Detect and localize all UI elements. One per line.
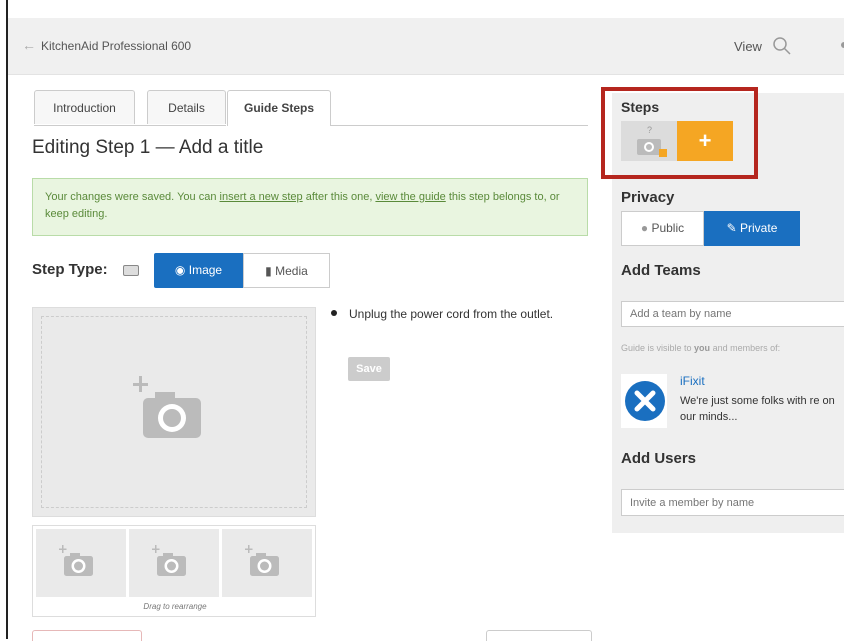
guide-title: KitchenAid Professional 600 — [41, 39, 192, 53]
step-type-label: Step Type: — [32, 261, 108, 278]
add-users-label: Add Users — [621, 450, 697, 467]
private-label: Private — [740, 221, 778, 235]
team-name-link[interactable]: iFixit — [680, 374, 705, 388]
tab-divider-left — [34, 125, 226, 126]
media-type-button[interactable]: ▮ Media — [243, 253, 330, 288]
tab-introduction[interactable]: Introduction — [34, 90, 135, 124]
step-bullet-text[interactable]: Unplug the power cord from the outlet. — [349, 307, 553, 321]
drag-hint: Drag to rearrange — [143, 602, 207, 611]
highlight-box — [601, 87, 758, 179]
main-image-dropzone[interactable] — [32, 307, 316, 517]
tab-details[interactable]: Details — [147, 90, 226, 124]
ifixit-logo — [621, 374, 667, 428]
thumbnail-slot[interactable] — [36, 529, 126, 597]
bullet-icon — [331, 310, 337, 316]
user-invite-input[interactable] — [621, 489, 844, 516]
team-description: We're just some folks with re on our min… — [680, 395, 835, 423]
edit-icon: ✎ — [726, 221, 737, 235]
tab-divider-right — [330, 125, 588, 126]
ifixit-logo-mark — [625, 381, 665, 421]
save-button[interactable]: Save — [348, 357, 390, 381]
image-type-label: Image — [188, 263, 223, 277]
image-type-button[interactable]: ◉ Image — [154, 253, 243, 288]
private-button[interactable]: ✎ Private — [704, 211, 800, 246]
arrow-left-icon[interactable]: ← — [22, 37, 36, 53]
browser-top-bar — [8, 0, 844, 19]
editing-step-title: Editing Step 1 — Add a title — [32, 137, 264, 158]
privacy-label: Privacy — [621, 189, 675, 206]
media-type-label: Media — [275, 264, 308, 278]
search-icon[interactable] — [772, 36, 792, 56]
tab-guide-steps[interactable]: Guide Steps — [227, 90, 331, 126]
visibility-suffix: and members of: — [710, 343, 781, 353]
public-label: Public — [651, 221, 685, 235]
camera-icon: ◉ — [174, 263, 186, 277]
thumbnail-strip: Drag to rearrange — [32, 525, 316, 617]
save-notice: Your changes were saved. You can insert … — [32, 178, 588, 236]
add-photo-icon — [59, 545, 93, 576]
insert-step-link[interactable]: insert a new step — [220, 191, 303, 203]
bottom-button-left[interactable] — [32, 630, 142, 641]
add-teams-label: Add Teams — [621, 262, 701, 279]
thumbnail-slot[interactable] — [222, 529, 312, 597]
notice-prefix: Your changes were saved. You can — [45, 191, 220, 203]
globe-icon: ● — [640, 221, 649, 235]
thumbnail-slot[interactable] — [129, 529, 219, 597]
add-photo-icon — [152, 545, 186, 576]
keyboard-icon — [123, 265, 139, 276]
public-button[interactable]: ● Public — [621, 211, 704, 246]
visibility-prefix: Guide is visible to — [621, 343, 695, 353]
guide-header: ← KitchenAid Professional 600 View — [8, 18, 844, 75]
bottom-button-right[interactable] — [486, 630, 592, 641]
notice-middle: after this one, — [302, 191, 376, 203]
visibility-text: Guide is visible to you and members of: — [621, 343, 780, 353]
add-photo-icon — [245, 545, 279, 576]
view-link[interactable]: View — [734, 39, 762, 54]
video-icon: ▮ — [265, 264, 272, 278]
view-guide-link[interactable]: view the guide — [375, 191, 445, 203]
add-photo-icon — [133, 376, 201, 438]
visibility-you: you — [694, 343, 711, 353]
team-search-input[interactable] — [621, 301, 844, 327]
